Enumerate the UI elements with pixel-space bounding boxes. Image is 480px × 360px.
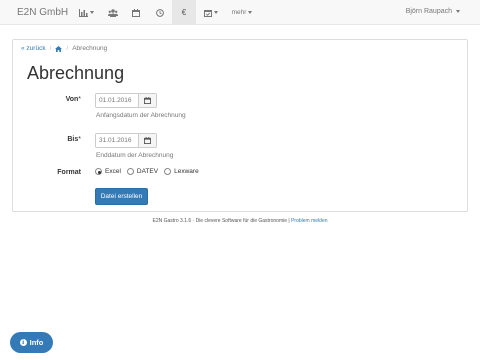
report-problem-link[interactable]: Problem melden xyxy=(291,218,327,224)
calendar-icon xyxy=(144,97,151,104)
required-marker: * xyxy=(78,136,81,143)
chevron-down-icon xyxy=(456,10,460,13)
users-icon xyxy=(108,8,118,17)
nav-more-label: mehr xyxy=(231,9,247,16)
back-link[interactable]: « zurück xyxy=(21,45,46,52)
von-label-text: Von xyxy=(65,96,79,103)
top-navbar: E2N GmbH € mehr Björn Raupach xyxy=(0,0,480,25)
info-icon: i xyxy=(19,339,27,346)
radio-label-lexware: Lexware xyxy=(174,168,199,175)
brand-name[interactable]: E2N GmbH xyxy=(17,7,68,18)
radio-label-excel: Excel xyxy=(105,168,121,175)
required-marker: * xyxy=(78,96,81,103)
bis-calendar-button[interactable] xyxy=(138,134,156,147)
radio-datev[interactable] xyxy=(126,168,134,175)
von-calendar-button[interactable] xyxy=(138,94,156,107)
calendar-icon xyxy=(132,8,140,17)
von-label: Von* xyxy=(21,96,81,103)
bis-date-picker[interactable] xyxy=(95,133,157,148)
clock-icon xyxy=(156,8,164,17)
format-option-lexware[interactable]: Lexware xyxy=(164,168,199,175)
chevron-down-icon xyxy=(248,11,253,14)
footer: E2N Gastro 3.1.6 · Die clevere Software … xyxy=(0,218,480,224)
create-file-button[interactable]: Datei erstellen xyxy=(95,188,148,205)
bar-chart-icon xyxy=(78,8,88,17)
user-menu[interactable]: Björn Raupach xyxy=(406,8,460,15)
chevron-down-icon xyxy=(89,11,94,14)
nav-users[interactable] xyxy=(102,0,124,25)
info-button[interactable]: i Info xyxy=(10,332,53,353)
radio-lexware[interactable] xyxy=(164,168,172,175)
breadcrumb-separator: / xyxy=(66,45,69,52)
format-option-datev[interactable]: DATEV xyxy=(126,168,159,175)
nav-planning-dropdown[interactable] xyxy=(196,0,226,25)
format-radio-group: Excel DATEV Lexware xyxy=(95,168,205,175)
footer-text: E2N Gastro 3.1.6 · Die clevere Software … xyxy=(152,218,292,224)
von-date-picker[interactable] xyxy=(95,93,157,108)
von-help-text: Anfangsdatum der Abrechnung xyxy=(96,112,186,119)
bis-help-text: Enddatum der Abrechnung xyxy=(96,152,174,159)
breadcrumb-current: Abrechnung xyxy=(72,45,108,52)
calendar-check-icon xyxy=(204,9,212,17)
nav-calendar[interactable] xyxy=(124,0,148,25)
nav-statistics-dropdown[interactable] xyxy=(70,0,102,25)
bis-date-input[interactable] xyxy=(96,134,138,147)
chevron-down-icon xyxy=(214,11,218,14)
radio-excel[interactable] xyxy=(95,168,102,175)
format-label: Format xyxy=(57,169,81,176)
radio-label-datev: DATEV xyxy=(136,168,159,175)
nav-more-dropdown[interactable]: mehr xyxy=(226,0,258,25)
home-icon[interactable] xyxy=(55,45,63,52)
page-title: Abrechnung xyxy=(27,63,125,83)
user-name: Björn Raupach xyxy=(405,8,452,15)
nav-time[interactable] xyxy=(148,0,172,25)
format-option-excel[interactable]: Excel xyxy=(95,168,121,175)
breadcrumb-separator: / xyxy=(49,45,52,52)
calendar-icon xyxy=(144,137,151,144)
bis-label-text: Bis xyxy=(67,136,79,143)
bis-label: Bis* xyxy=(21,136,81,143)
main-panel: « zurück / / Abrechnung Abrechnung xyxy=(12,39,468,212)
breadcrumb: « zurück / / Abrechnung xyxy=(21,45,107,52)
von-date-input[interactable] xyxy=(96,94,138,107)
euro-icon: € xyxy=(181,8,187,17)
info-button-label: Info xyxy=(29,338,44,347)
nav-billing[interactable]: € xyxy=(172,0,196,25)
